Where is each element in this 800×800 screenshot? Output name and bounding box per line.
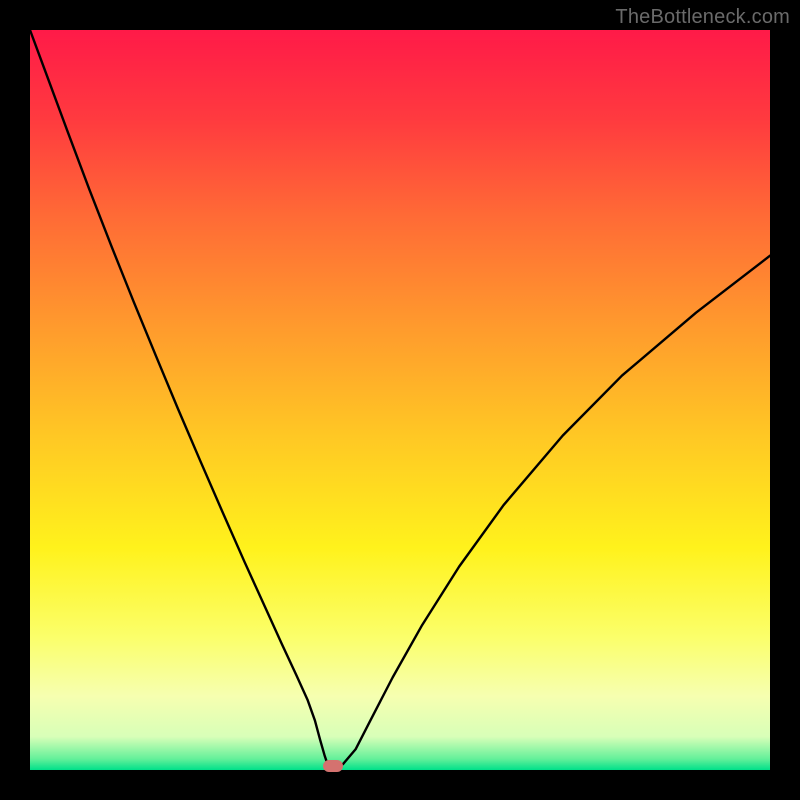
watermark-text: TheBottleneck.com — [615, 6, 790, 29]
optimal-marker — [323, 760, 343, 772]
bottleneck-curve — [30, 30, 770, 770]
chart-frame: TheBottleneck.com — [0, 0, 800, 800]
plot-area — [30, 30, 770, 770]
